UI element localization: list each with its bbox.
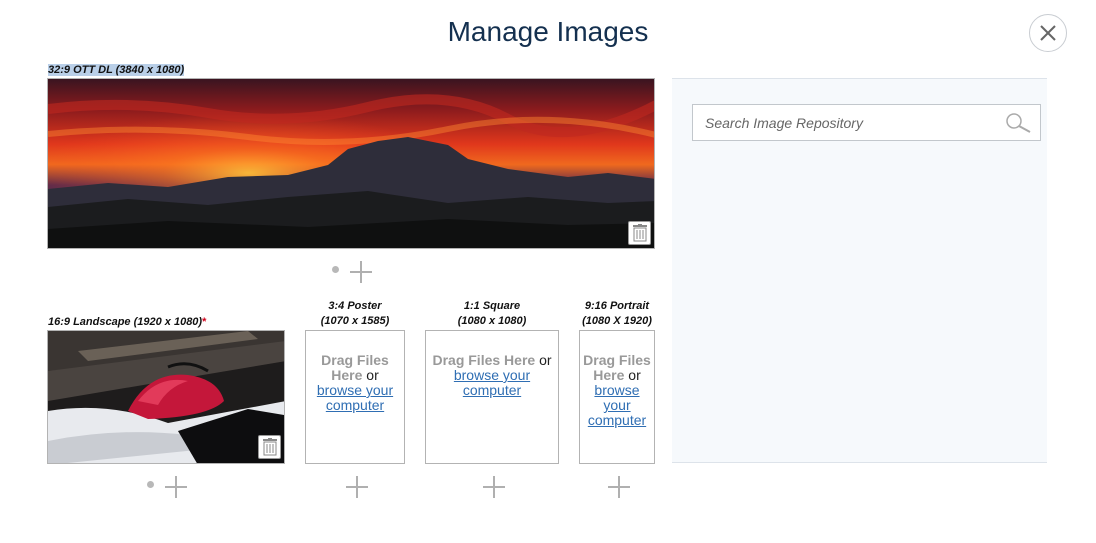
square-slot-label: 1:1 Square (1080 x 1080): [457, 300, 527, 327]
ott-add-button[interactable]: [350, 261, 372, 283]
manage-images-modal: Manage Images 32:9 OTT DL (3840 x 1080): [0, 0, 1096, 543]
landscape-delete-button[interactable]: [258, 435, 281, 459]
portrait-browse-link[interactable]: browse: [594, 382, 639, 398]
modal-title: Manage Images: [447, 16, 649, 47]
required-marker: *: [202, 316, 207, 328]
square-add-button[interactable]: [483, 476, 505, 498]
square-dropzone[interactable]: Drag Files Here or browse your computer: [425, 330, 559, 464]
trash-icon: [633, 224, 647, 242]
square-browse-link[interactable]: browse your: [454, 367, 530, 383]
portrait-browse-link-word3[interactable]: computer: [588, 412, 646, 428]
ott-page-dot[interactable]: [332, 266, 339, 273]
square-browse-link-cont[interactable]: computer: [463, 382, 521, 398]
portrait-add-button[interactable]: [608, 476, 630, 498]
close-button[interactable]: [1029, 14, 1067, 52]
landscape-slot-label: 16:9 Landscape (1920 x 1080)*: [48, 316, 207, 328]
ott-image: [47, 78, 655, 249]
search-icon[interactable]: [1004, 112, 1032, 139]
poster-browse-link[interactable]: browse your: [317, 382, 393, 398]
poster-slot-label: 3:4 Poster (1070 x 1585): [320, 300, 390, 327]
poster-browse-link-cont[interactable]: computer: [326, 397, 384, 413]
trash-icon: [263, 438, 277, 456]
landscape-page-dot[interactable]: [147, 481, 154, 488]
repository-search-input[interactable]: [693, 105, 993, 140]
portrait-slot-label: 9:16 Portrait (1080 X 1920): [582, 300, 652, 327]
repository-search: [692, 104, 1041, 141]
portrait-browse-link-word2[interactable]: your: [603, 397, 630, 413]
sunset-mountain-photo: [48, 79, 654, 248]
ott-slot-label: 32:9 OTT DL (3840 x 1080): [48, 64, 185, 76]
landscape-image: [47, 330, 285, 464]
poster-add-button[interactable]: [346, 476, 368, 498]
close-icon: [1040, 25, 1056, 41]
ott-delete-button[interactable]: [628, 221, 651, 245]
portrait-dropzone[interactable]: Drag Files Here or browse your computer: [579, 330, 655, 464]
landscape-add-button[interactable]: [165, 476, 187, 498]
car-bag-photo: [48, 331, 284, 463]
poster-dropzone[interactable]: Drag Files Here or browse your computer: [305, 330, 405, 464]
